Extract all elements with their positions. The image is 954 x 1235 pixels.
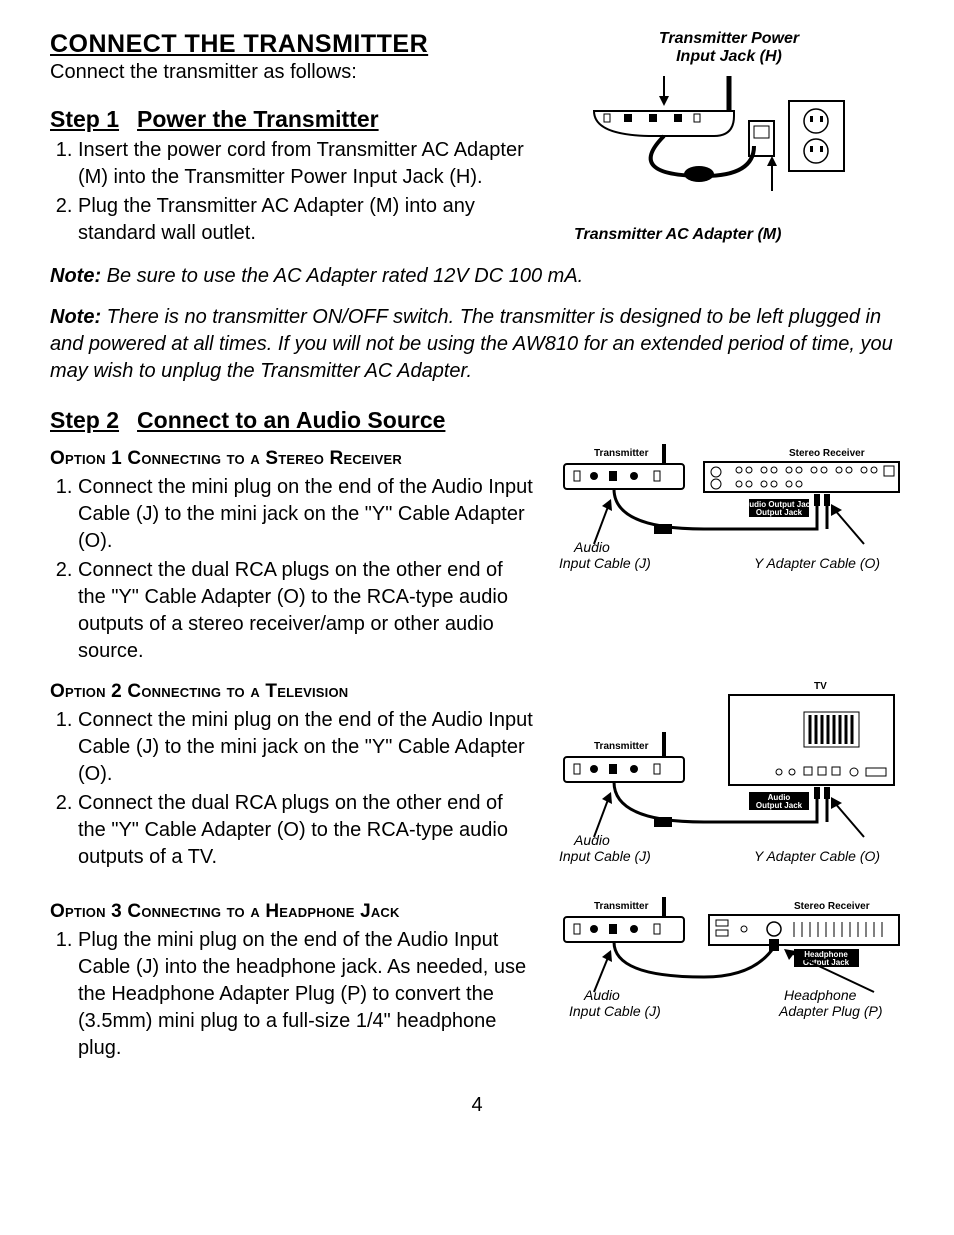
list-item: Insert the power cord from Transmitter A… [78,137,534,191]
step1-heading: Power the Transmitter [137,106,379,132]
step2-label: Step 2 [50,407,119,433]
list-item: Plug the Transmitter AC Adapter (M) into… [78,193,534,247]
svg-text:Input Cable (J): Input Cable (J) [559,555,651,571]
svg-text:Audio: Audio [573,539,610,555]
step2-heading: Connect to an Audio Source [137,407,445,433]
svg-text:Y Adapter Cable (O): Y Adapter Cable (O) [754,848,880,864]
svg-text:Stereo Receiver: Stereo Receiver [794,901,870,912]
power-diagram [554,76,904,206]
note-2: Note: There is no transmitter ON/OFF swi… [50,304,904,385]
svg-text:Output Jack: Output Jack [756,508,803,517]
svg-text:Input Cable (J): Input Cable (J) [559,848,651,864]
option3-list: Plug the mini plug on the end of the Aud… [50,927,534,1062]
step1-label: Step 1 [50,106,119,132]
headphone-diagram: Transmitter Stereo Receiver [554,897,904,1027]
diagram-top-caption-1: Transmitter Power [554,30,904,48]
diagram-top-caption-2: Input Jack (H) [554,48,904,66]
svg-text:Adapter Plug (P): Adapter Plug (P) [778,1003,883,1019]
svg-text:TV: TV [814,681,827,692]
page-number: 4 [50,1094,904,1117]
note-label: Note: [50,306,101,328]
stereo-diagram: Transmitter Stereo Receiver [554,444,904,574]
step1-title: Step 1 Power the Transmitter [50,106,534,133]
diagram-top-caption-3: Transmitter AC Adapter (M) [574,226,904,244]
svg-text:Audio: Audio [583,987,620,1003]
list-item: Connect the dual RCA plugs on the other … [78,790,534,871]
intro-text: Connect the transmitter as follows: [50,61,534,84]
transmitter-label: Transmitter [594,448,649,459]
option2-title: Option 2 Connecting to a Television [50,681,534,703]
note-label: Note: [50,265,101,287]
step2-title: Step 2 Connect to an Audio Source [50,407,904,434]
note-body: There is no transmitter ON/OFF switch. T… [50,306,893,382]
note-1: Note: Be sure to use the AC Adapter rate… [50,263,904,290]
list-item: Plug the mini plug on the end of the Aud… [78,927,534,1062]
section-title: CONNECT THE TRANSMITTER [50,30,534,59]
option3-title: Option 3 Connecting to a Headphone Jack [50,901,534,923]
step1-list: Insert the power cord from Transmitter A… [50,137,534,247]
svg-text:Audio: Audio [573,832,610,848]
svg-text:Headphone: Headphone [784,987,857,1003]
list-item: Connect the mini plug on the end of the … [78,474,534,555]
svg-text:Transmitter: Transmitter [594,901,649,912]
svg-text:Y Adapter Cable (O): Y Adapter Cable (O) [754,555,880,571]
note-body: Be sure to use the AC Adapter rated 12V … [101,265,583,287]
svg-text:Input Cable (J): Input Cable (J) [569,1003,661,1019]
option1-list: Connect the mini plug on the end of the … [50,474,534,665]
list-item: Connect the dual RCA plugs on the other … [78,557,534,665]
svg-text:Output Jack: Output Jack [756,801,803,810]
option2-list: Connect the mini plug on the end of the … [50,707,534,871]
tv-diagram: TV Transmitter [554,677,904,867]
svg-text:Transmitter: Transmitter [594,741,649,752]
list-item: Connect the mini plug on the end of the … [78,707,534,788]
receiver-label: Stereo Receiver [789,448,865,459]
option1-title: Option 1 Connecting to a Stereo Receiver [50,448,534,470]
